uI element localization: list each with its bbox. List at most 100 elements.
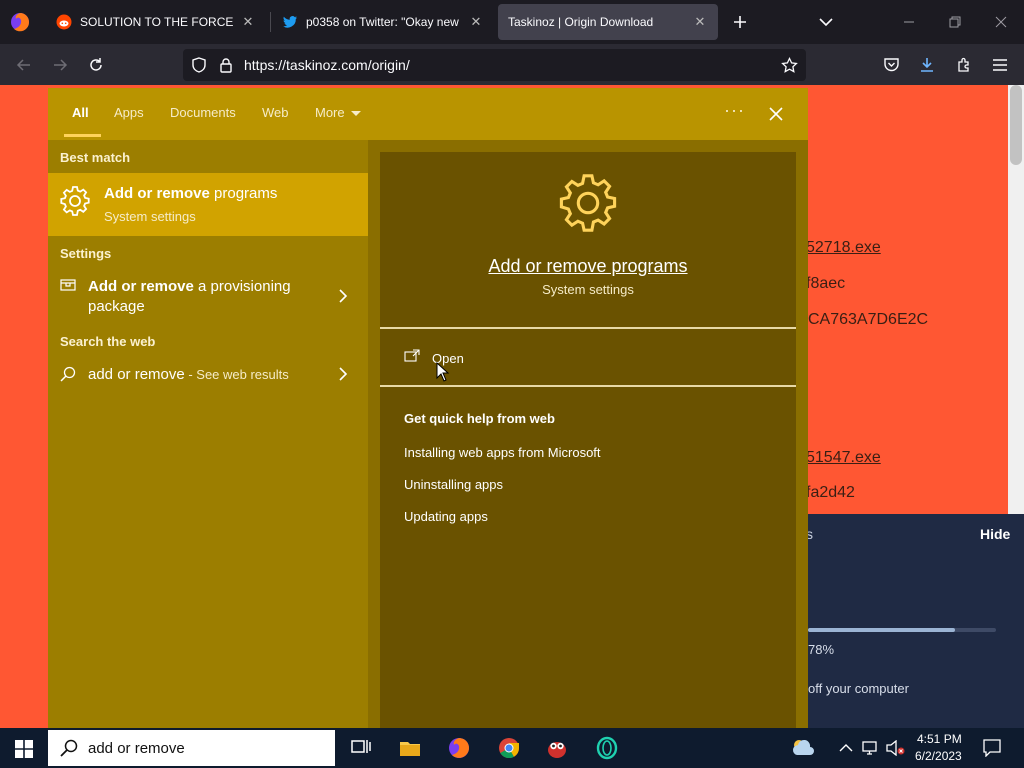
file-explorer-icon[interactable] — [398, 736, 422, 760]
result-preview-pane: Add or remove programs System settings O… — [380, 152, 796, 728]
extensions-button[interactable] — [951, 52, 977, 78]
search-icon — [60, 366, 76, 382]
best-match-heading: Best match — [60, 150, 131, 165]
pocket-button[interactable] — [878, 52, 904, 78]
more-options-icon[interactable]: ··· — [724, 100, 745, 121]
search-input[interactable]: add or remove — [88, 740, 185, 757]
lock-icon[interactable] — [219, 57, 233, 73]
preview-subtitle: System settings — [542, 282, 634, 297]
best-match-result[interactable] — [48, 173, 368, 236]
tab-all[interactable]: All — [72, 105, 89, 120]
windows-start-icon[interactable] — [15, 740, 33, 758]
address-bar[interactable]: https://taskinoz.com/origin/ — [183, 49, 806, 81]
scrollbar-thumb[interactable] — [1010, 85, 1022, 165]
chrome-icon[interactable] — [497, 736, 521, 760]
minimize-button[interactable] — [894, 8, 924, 36]
close-tab-icon[interactable]: ✕ — [692, 14, 708, 30]
package-icon — [60, 279, 76, 291]
search-icon — [60, 739, 78, 757]
menu-button[interactable] — [987, 52, 1013, 78]
download-icon — [921, 58, 933, 72]
divider — [380, 327, 796, 329]
downloads-button[interactable] — [914, 52, 940, 78]
help-link[interactable]: Updating apps — [404, 509, 488, 524]
arrow-right-icon — [54, 59, 68, 71]
web-result-text: add or remove - See web results — [88, 365, 289, 385]
browser-tab-taskinoz[interactable]: Taskinoz | Origin Download ✕ — [498, 4, 718, 40]
settings-result-title: Add or remove a provisioning package — [88, 277, 291, 317]
task-view-icon[interactable] — [349, 736, 373, 760]
page-link-fragment[interactable]: 52718.exe — [806, 239, 881, 257]
close-icon[interactable] — [764, 102, 788, 126]
close-tab-icon[interactable]: ✕ — [240, 14, 256, 30]
forward-button[interactable] — [47, 52, 73, 78]
firefox-icon[interactable] — [10, 12, 30, 32]
help-link[interactable]: Installing web apps from Microsoft — [404, 445, 601, 460]
puzzle-icon — [958, 57, 969, 72]
reload-button[interactable] — [83, 52, 109, 78]
network-icon[interactable] — [862, 740, 880, 756]
close-window-button[interactable] — [986, 8, 1016, 36]
caret-down-icon — [350, 111, 361, 117]
close-tab-icon[interactable]: ✕ — [468, 14, 484, 30]
open-icon — [404, 349, 420, 362]
tab-title: SOLUTION TO THE FORCED Mi — [80, 15, 234, 29]
clock-time[interactable]: 4:51 PM — [917, 732, 962, 746]
preview-title[interactable]: Add or remove programs — [380, 256, 796, 277]
bookmark-star-icon[interactable] — [781, 57, 798, 74]
restore-button[interactable] — [940, 8, 970, 36]
tab-apps[interactable]: Apps — [114, 105, 144, 120]
reddit-icon — [56, 14, 72, 30]
list-all-tabs-button[interactable] — [814, 10, 838, 34]
active-tab-indicator — [64, 134, 101, 137]
restore-icon — [949, 16, 961, 28]
page-text-fragment: CA763A7D6E2C — [808, 311, 929, 328]
chevron-down-icon — [819, 18, 833, 27]
chevron-right-icon[interactable] — [336, 289, 350, 303]
windows-taskbar: add or remove 4:51 PM 6/2/2023 — [0, 728, 1024, 768]
opera-gx-icon[interactable] — [595, 736, 619, 760]
browser-tab-twitter[interactable]: p0358 on Twitter: "Okay new so ✕ — [272, 4, 494, 40]
taskbar-search-box[interactable]: add or remove — [48, 730, 335, 766]
settings-title-bold: Add or remove — [88, 278, 194, 295]
clock-date[interactable]: 6/2/2023 — [915, 749, 962, 763]
best-match-title-rest: programs — [209, 185, 278, 202]
tab-more[interactable]: More — [315, 105, 361, 120]
divider — [380, 385, 796, 387]
web-result-query: add or remove — [88, 366, 185, 383]
page-link-fragment[interactable]: 51547.exe — [806, 449, 881, 467]
reload-icon — [90, 58, 102, 71]
gear-icon — [559, 174, 617, 232]
twitter-icon — [282, 14, 298, 30]
volume-muted-icon[interactable] — [886, 740, 906, 756]
tab-documents[interactable]: Documents — [170, 105, 236, 120]
tab-separator — [270, 12, 271, 32]
back-button[interactable] — [11, 52, 37, 78]
new-tab-button[interactable] — [728, 10, 752, 34]
download-progress-text: 78% — [808, 642, 835, 657]
settings-heading: Settings — [60, 246, 112, 261]
firefox-icon[interactable] — [447, 736, 471, 760]
tab-title: Taskinoz | Origin Download — [508, 15, 654, 29]
weather-icon[interactable] — [790, 736, 816, 760]
best-match-title-bold: Add or remove — [104, 185, 210, 202]
tab-web[interactable]: Web — [262, 105, 289, 120]
tab-more-label: More — [315, 105, 345, 120]
browser-tab-reddit[interactable]: SOLUTION TO THE FORCED Mi ✕ — [46, 4, 266, 40]
shield-icon[interactable] — [191, 57, 207, 73]
web-result-suffix: - See web results — [184, 367, 289, 382]
chevron-right-icon[interactable] — [336, 367, 350, 381]
browser-tab-strip: SOLUTION TO THE FORCED Mi ✕ p0358 on Twi… — [0, 0, 1024, 44]
download-progress-fill — [808, 628, 955, 632]
minimize-icon — [904, 21, 914, 23]
settings-title-rest: a provisioning — [193, 278, 291, 295]
help-link[interactable]: Uninstalling apps — [404, 477, 503, 492]
arrow-left-icon — [16, 59, 30, 71]
hamburger-icon — [993, 59, 1007, 71]
gear-icon — [60, 186, 90, 216]
app-mascot-icon[interactable] — [545, 736, 569, 760]
chevron-up-icon[interactable] — [839, 743, 853, 753]
best-match-subtitle: System settings — [104, 209, 196, 224]
hide-button[interactable]: Hide — [980, 526, 1010, 542]
notifications-icon[interactable] — [983, 739, 1001, 757]
